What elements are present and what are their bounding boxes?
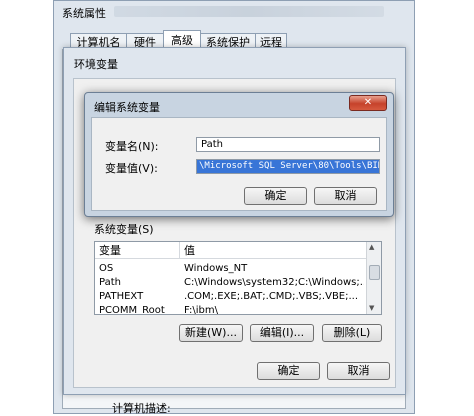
dialog-title: 环境变量: [74, 58, 118, 71]
table-row[interactable]: PATHEXT .COM;.EXE;.BAT;.CMD;.VBS;.VBE;..…: [95, 290, 367, 303]
table-row[interactable]: PCOMM_Root F:\ibm\: [95, 304, 367, 315]
new-variable-button[interactable]: 新建(W)...: [179, 324, 243, 342]
close-button[interactable]: ✕: [349, 95, 387, 111]
dialog-title: 编辑系统变量: [94, 101, 160, 114]
system-variables-label: 系统变量(S): [94, 223, 154, 236]
variable-value-label: 变量值(V):: [105, 162, 158, 175]
window-title: 系统属性: [62, 7, 106, 20]
scroll-down-icon[interactable]: ▼: [369, 304, 374, 312]
dialog-body: 变量名(N): Path 变量值(V): \Microsoft SQL Serv…: [91, 117, 387, 211]
close-icon: ✕: [363, 97, 373, 108]
row-variable: PCOMM_Root: [99, 305, 165, 315]
env-cancel-button[interactable]: 取消: [327, 362, 390, 380]
table-row[interactable]: Path C:\Windows\system32;C:\Windows;...: [95, 276, 367, 289]
row-variable: Path: [99, 277, 121, 288]
scroll-up-icon[interactable]: ▲: [369, 243, 374, 251]
variable-value-input[interactable]: \Microsoft SQL Server\80\Tools\BINN: [196, 159, 380, 174]
env-ok-button[interactable]: 确定: [257, 362, 320, 380]
column-header-variable[interactable]: 变量: [95, 242, 180, 259]
edit-system-variable-dialog: 编辑系统变量 ✕ 变量名(N): Path 变量值(V): \Microsoft…: [84, 92, 394, 217]
row-variable: OS: [99, 263, 114, 274]
edit-variable-button[interactable]: 编辑(I)...: [250, 324, 314, 342]
row-value: .COM;.EXE;.BAT;.CMD;.VBS;.VBE;...: [184, 291, 359, 302]
row-value: Windows_NT: [184, 263, 248, 274]
row-value: F:\ibm\: [184, 305, 218, 315]
variable-name-label: 变量名(N):: [105, 140, 159, 153]
blurred-title-text: [114, 6, 384, 17]
row-variable: PATHEXT: [99, 291, 144, 302]
table-row[interactable]: OS Windows_NT: [95, 262, 367, 275]
column-header-value[interactable]: 值: [180, 242, 368, 259]
vertical-scrollbar[interactable]: ▲ ▼: [366, 242, 381, 314]
edit-ok-button[interactable]: 确定: [244, 187, 307, 205]
scroll-thumb[interactable]: [369, 265, 380, 280]
system-variables-table: 变量 值 OS Windows_NT Path C:\Windows\syste…: [94, 241, 382, 315]
variable-name-input[interactable]: Path: [196, 137, 380, 152]
row-value: C:\Windows\system32;C:\Windows;...: [184, 277, 364, 288]
delete-variable-button[interactable]: 删除(L): [322, 324, 382, 342]
edit-cancel-button[interactable]: 取消: [314, 187, 377, 205]
